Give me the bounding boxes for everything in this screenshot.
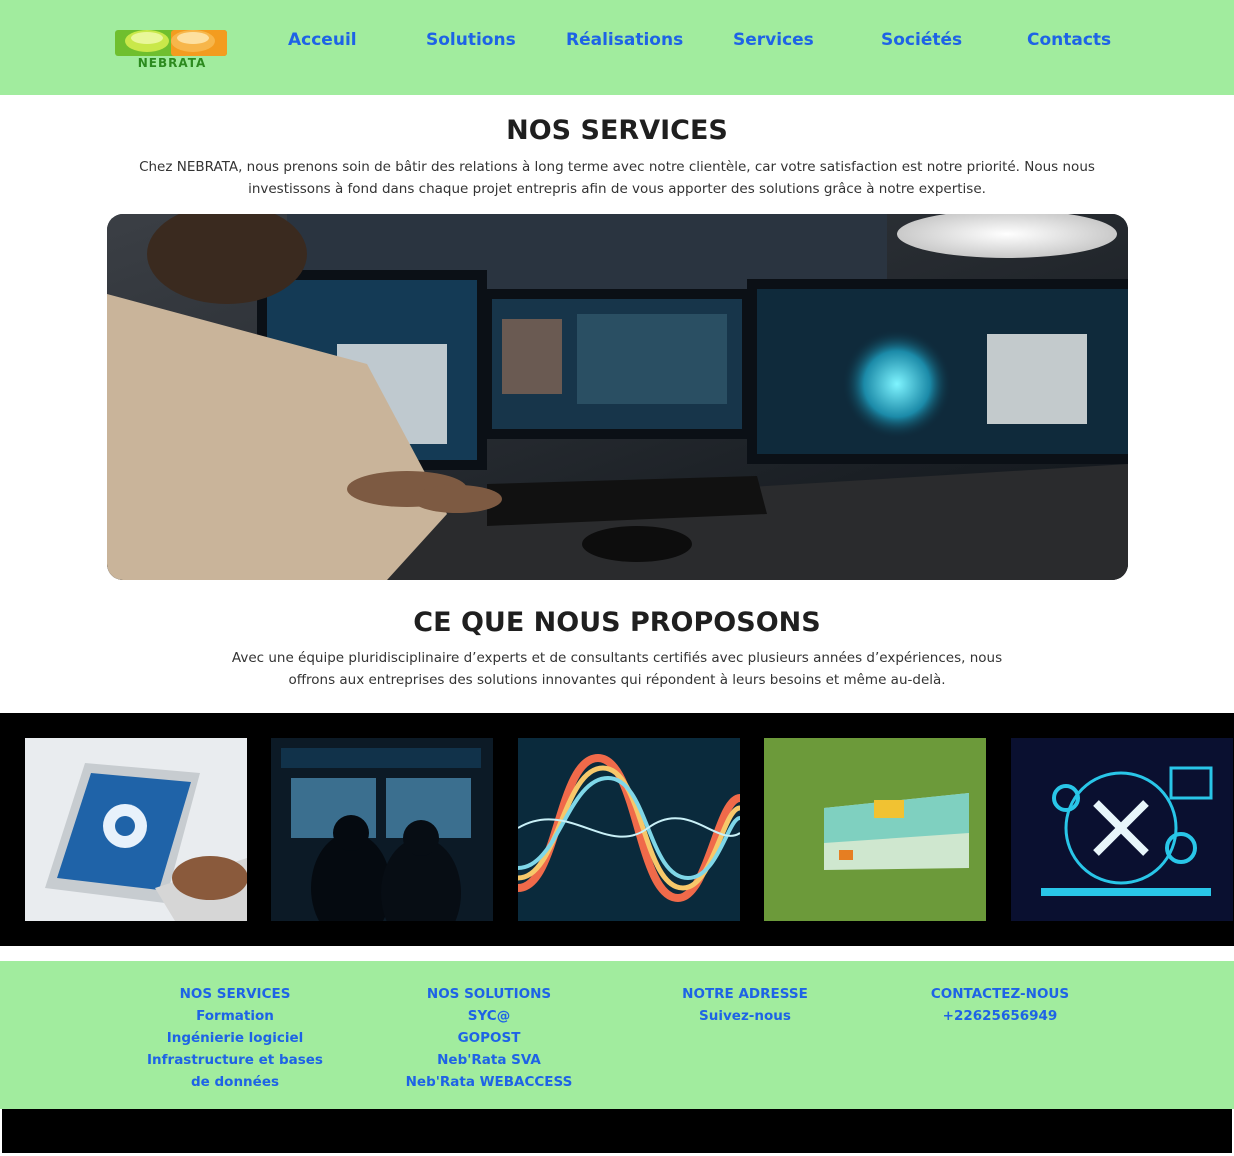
data-wave-photo-icon [518, 738, 740, 921]
bottom-bar [2, 1109, 1232, 1153]
footer-contact-heading: CONTACTEZ-NOUS [930, 986, 1070, 1002]
services-title: NOS SERVICES [506, 115, 728, 146]
footer-address-column: NOTRE ADRESSE Suivez-nous [650, 983, 840, 1027]
nebrata-logo[interactable]: NEBRATA [113, 26, 231, 70]
gallery-item[interactable] [764, 738, 986, 921]
footer-link-nebrata-webaccess[interactable]: Neb'Rata WEBACCESS [394, 1071, 584, 1093]
nav-contacts[interactable]: Contacts [1027, 30, 1111, 50]
nav-acceuil[interactable]: Acceuil [288, 30, 357, 50]
footer-address-heading: NOTRE ADRESSE [682, 986, 808, 1002]
gallery-item[interactable] [518, 738, 740, 921]
footer-contact-column: CONTACTEZ-NOUS +22625656949 [905, 983, 1095, 1027]
logo-text: NEBRATA [137, 56, 207, 70]
offer-intro: Avec une équipe pluridisciplinaire d’exp… [231, 650, 1003, 688]
gallery-item[interactable] [271, 738, 493, 921]
nav-services[interactable]: Services [733, 30, 814, 50]
footer-services-heading: NOS SERVICES [179, 986, 291, 1002]
footer-link-infrastructure[interactable]: Infrastructure et bases de données [140, 1049, 330, 1093]
maintenance-repair-photo-icon [1011, 738, 1233, 921]
workstation-photo-icon [107, 214, 1128, 580]
monitoring-room-photo-icon [271, 738, 493, 921]
hero-image [107, 214, 1128, 580]
laptop-update-photo-icon [25, 738, 247, 921]
gallery-item[interactable] [1011, 738, 1233, 921]
footer-link-formation[interactable]: Formation [140, 1005, 330, 1027]
services-gallery [0, 713, 1234, 946]
nav-solutions[interactable]: Solutions [426, 30, 516, 50]
footer-link-nebrata-sva[interactable]: Neb'Rata SVA [394, 1049, 584, 1071]
nav-realisations[interactable]: Réalisations [566, 30, 683, 50]
offer-title: CE QUE NOUS PROPOSONS [413, 607, 821, 638]
footer-services-column: NOS SERVICES Formation Ingénierie logici… [140, 983, 330, 1093]
footer-link-syca[interactable]: SYC@ [394, 1005, 584, 1027]
nav-societes[interactable]: Sociétés [881, 30, 962, 50]
footer-phone[interactable]: +22625656949 [905, 1005, 1095, 1027]
footer-link-ingenierie[interactable]: Ingénierie logiciel [140, 1027, 330, 1049]
footer-solutions-column: NOS SOLUTIONS SYC@ GOPOST Neb'Rata SVA N… [394, 983, 584, 1093]
footer-solutions-heading: NOS SOLUTIONS [426, 986, 552, 1002]
services-intro: Chez NEBRATA, nous prenons soin de bâtir… [139, 159, 1095, 197]
projection-slide-photo-icon [764, 738, 986, 921]
site-header: NEBRATA Acceuil Solutions Réalisations S… [0, 0, 1234, 95]
footer-link-gopost[interactable]: GOPOST [394, 1027, 584, 1049]
site-footer: NOS SERVICES Formation Ingénierie logici… [0, 961, 1234, 1109]
footer-link-suivez-nous[interactable]: Suivez-nous [650, 1005, 840, 1027]
gallery-item[interactable] [25, 738, 247, 921]
